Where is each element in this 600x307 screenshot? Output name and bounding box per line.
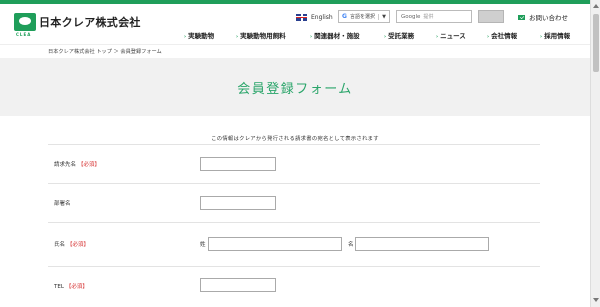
contact-label: お問い合わせ xyxy=(529,14,568,22)
main-nav: › 実験動物 › 実験動物用飼料 › 関連器材・施設 › 受託業務 › ニュース › 会社情… xyxy=(0,30,590,42)
scroll-thumb[interactable] xyxy=(593,14,599,72)
translate-select[interactable]: G 言語を選択 ▼ xyxy=(338,10,390,23)
department-label: 部署名 xyxy=(54,201,71,207)
search-google-label: Google xyxy=(401,13,421,20)
nav-label: 会社情報 xyxy=(491,32,518,40)
nav-item-careers[interactable]: › 採用情報 xyxy=(540,30,570,40)
breadcrumb-bar: 日本クレア株式会社 トップ ＞ 会員登録フォーム xyxy=(0,44,590,58)
language-english-link[interactable]: English xyxy=(311,14,333,21)
nav-item-animals[interactable]: › 実験動物 xyxy=(184,30,214,40)
tel-input[interactable] xyxy=(200,278,276,292)
required-badge: 【必須】 xyxy=(78,162,101,168)
page-title: 会員登録フォーム xyxy=(237,82,353,97)
form-row-tel: TEL 【必須】 xyxy=(48,266,540,306)
last-name-label: 姓 xyxy=(200,242,206,248)
scroll-down-arrow-icon[interactable] xyxy=(593,298,599,302)
chevron-right-icon: › xyxy=(384,34,387,40)
chevron-right-icon: › xyxy=(487,34,490,40)
last-name-input[interactable] xyxy=(208,237,342,251)
required-badge: 【必須】 xyxy=(65,284,88,290)
chevron-right-icon: › xyxy=(236,34,239,40)
required-badge: 【必須】 xyxy=(67,242,90,248)
billing-name-label: 請求先名 xyxy=(54,162,77,168)
nav-label: ニュース xyxy=(440,32,466,40)
logo-mark-icon xyxy=(14,13,36,31)
chevron-right-icon: › xyxy=(310,34,313,40)
page-hero: 会員登録フォーム xyxy=(0,58,590,116)
google-g-icon: G xyxy=(342,13,347,20)
nav-item-news[interactable]: › ニュース xyxy=(436,30,466,40)
full-name-label: 氏名 xyxy=(54,242,66,248)
nav-item-contract-services[interactable]: › 受託業務 xyxy=(384,30,414,40)
chevron-right-icon: › xyxy=(540,34,543,40)
search-placeholder: 提供 xyxy=(423,14,434,20)
nav-label: 採用情報 xyxy=(544,32,571,40)
company-logo[interactable]: CLEA 日本クレア株式会社 xyxy=(14,13,141,37)
field-label: 氏名 【必須】 xyxy=(54,240,89,248)
department-input[interactable] xyxy=(200,196,276,210)
chevron-right-icon: › xyxy=(184,34,187,40)
nav-item-feed[interactable]: › 実験動物用飼料 xyxy=(236,30,286,40)
search-button[interactable] xyxy=(478,10,504,23)
contact-link[interactable]: お問い合わせ xyxy=(518,12,568,22)
scroll-up-arrow-icon[interactable] xyxy=(593,4,599,8)
billing-name-input[interactable] xyxy=(200,157,276,171)
site-search-input[interactable]: Google 提供 xyxy=(396,10,472,23)
nav-item-company[interactable]: › 会社情報 xyxy=(487,30,517,40)
nav-label: 関連器材・施設 xyxy=(314,32,360,40)
first-name-input[interactable] xyxy=(355,237,489,251)
site-header: CLEA 日本クレア株式会社 English G 言語を選択 ▼ Google … xyxy=(0,4,590,44)
form-notice: この情報はクレアから発行される請求書の宛名として表示されます xyxy=(211,136,379,142)
nav-label: 実験動物用飼料 xyxy=(240,32,286,40)
chevron-right-icon: › xyxy=(436,34,439,40)
translate-select-label: 言語を選択 xyxy=(349,14,375,20)
form-row-full-name: 氏名 【必須】 姓 名 xyxy=(48,222,540,266)
field-label: TEL 【必須】 xyxy=(54,282,88,290)
mail-icon xyxy=(518,14,525,20)
field-label: 請求先名 【必須】 xyxy=(54,160,100,168)
logo-text: 日本クレア株式会社 xyxy=(39,16,141,29)
form-row-department: 部署名 xyxy=(48,183,540,222)
nav-label: 受託業務 xyxy=(388,32,415,40)
uk-flag-icon xyxy=(296,13,307,21)
chevron-down-icon: ▼ xyxy=(378,13,389,20)
first-name-label: 名 xyxy=(348,242,354,248)
nav-item-equipment[interactable]: › 関連器材・施設 xyxy=(310,30,360,40)
tel-label: TEL xyxy=(54,284,64,290)
nav-label: 実験動物 xyxy=(188,32,215,40)
breadcrumb[interactable]: 日本クレア株式会社 トップ ＞ 会員登録フォーム xyxy=(48,48,162,55)
form-row-billing-name: 請求先名 【必須】 xyxy=(48,144,540,183)
page-scrollbar[interactable] xyxy=(590,0,600,307)
